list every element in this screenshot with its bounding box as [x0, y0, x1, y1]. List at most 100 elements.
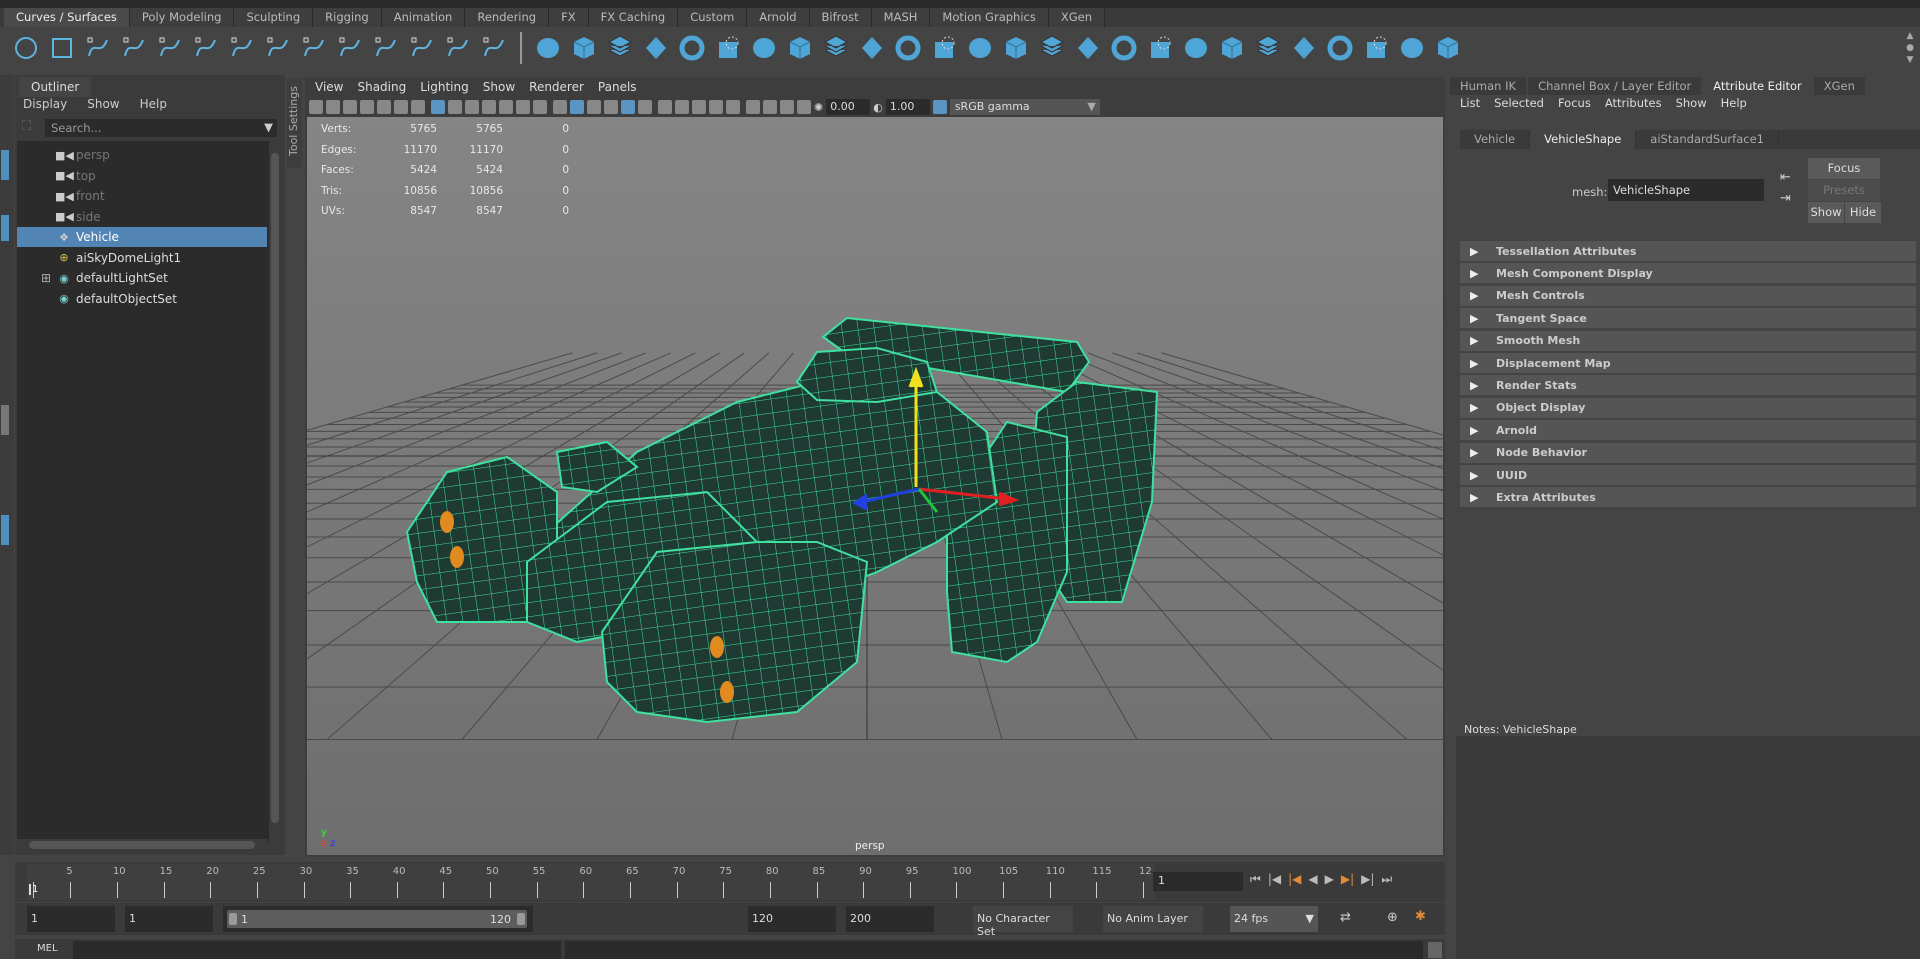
section-object-display[interactable]: ▶ Object Display [1460, 397, 1916, 418]
mel-label[interactable]: MEL [37, 943, 58, 954]
tab-xgen[interactable]: XGen [1813, 77, 1865, 95]
shelf-tab-fx-caching[interactable]: FX Caching [588, 8, 679, 27]
animation-start-field[interactable]: 1 [27, 906, 115, 932]
nurbs-cylinder-icon[interactable] [606, 34, 634, 62]
expand-arrow-icon[interactable]: ▶ [1460, 401, 1496, 414]
viewport-menu-view[interactable]: View [315, 80, 343, 94]
bevel-icon[interactable] [1002, 34, 1030, 62]
square-surface-icon[interactable] [966, 34, 994, 62]
exposure-field[interactable]: 0.00 [826, 99, 871, 115]
outliner-item-top[interactable]: ■◀ top [17, 166, 267, 186]
default-material-icon[interactable] [587, 100, 601, 114]
project-curve-icon[interactable] [1110, 34, 1138, 62]
motion-blur-icon[interactable] [692, 100, 706, 114]
expand-arrow-icon[interactable]: ▶ [1460, 334, 1496, 347]
wireframe-icon[interactable] [553, 100, 567, 114]
fps-dropdown[interactable]: 24 fps ▼ [1230, 906, 1318, 932]
shelf-tab-arnold[interactable]: Arnold [747, 8, 810, 27]
bookmarks-icon[interactable] [360, 100, 374, 114]
expand-arrow-icon[interactable]: ▶ [1460, 357, 1496, 370]
outliner-tab[interactable]: Outliner [19, 77, 92, 97]
section-mesh-component-display[interactable]: ▶ Mesh Component Display [1460, 263, 1916, 284]
anti-aliasing-icon[interactable] [709, 100, 723, 114]
xray-icon[interactable] [621, 100, 635, 114]
step-forward-key-icon[interactable]: ▶| [1341, 872, 1354, 887]
gate-mask-icon[interactable] [482, 100, 496, 114]
outliner-item-front[interactable]: ■◀ front [17, 186, 267, 206]
split-icon[interactable] [1362, 34, 1390, 62]
range-end-grip[interactable] [517, 913, 525, 925]
untrim-icon[interactable] [1074, 34, 1102, 62]
nurbs-circle-icon[interactable] [12, 34, 40, 62]
notes-textarea[interactable] [1456, 736, 1920, 959]
trim-icon[interactable] [1038, 34, 1066, 62]
shelf-tab-motion-graphics[interactable]: Motion Graphics [930, 8, 1049, 27]
animation-end-field[interactable]: 200 [846, 906, 934, 932]
color-space-dropdown[interactable]: sRGB gamma ▼ [949, 99, 1100, 115]
expand-arrow-icon[interactable]: ▶ [1460, 312, 1496, 325]
menu-display[interactable]: Display [23, 97, 67, 111]
expand-arrow-icon[interactable]: ▶ [1460, 491, 1496, 504]
outliner-item-aiSkyDomeLight1[interactable]: ⊕ aiSkyDomeLight1 [17, 248, 267, 268]
time-slider[interactable]: 5 10 15 20 25 30 35 40 45 50 55 60 65 70 75 80 85 90 95 100… [15, 862, 1445, 902]
menu-help[interactable]: Help [140, 97, 167, 111]
ae-menu-attributes[interactable]: Attributes [1605, 96, 1662, 110]
stitch-icon[interactable] [1182, 34, 1210, 62]
section-arnold[interactable]: ▶ Arnold [1460, 420, 1916, 441]
step-back-frame-icon[interactable]: |◀ [1268, 872, 1281, 887]
presets-button[interactable]: Presets [1808, 180, 1880, 201]
vertical-scrollbar[interactable] [269, 141, 281, 841]
filter-icon[interactable]: ⛶ [22, 119, 31, 134]
resolution-gate-icon[interactable] [465, 100, 479, 114]
section-node-behavior[interactable]: ▶ Node Behavior [1460, 442, 1916, 463]
section-smooth-mesh[interactable]: ▶ Smooth Mesh [1460, 330, 1916, 351]
section-mesh-controls[interactable]: ▶ Mesh Controls [1460, 285, 1916, 306]
shelf-tab-fx[interactable]: FX [549, 8, 589, 27]
bezier-curve-icon[interactable] [192, 34, 220, 62]
outliner-item-defaultLightSet[interactable]: ⊞ ◉ defaultLightSet [17, 268, 267, 288]
boundary-icon[interactable] [930, 34, 958, 62]
expand-arrow-icon[interactable]: ▶ [1460, 289, 1496, 302]
nurbs-cone-icon[interactable] [642, 34, 670, 62]
expand-arrow-icon[interactable]: ▶ [1460, 424, 1496, 437]
outliner-item-side[interactable]: ■◀ side [17, 207, 267, 227]
camera-attributes-icon[interactable] [343, 100, 357, 114]
section-tessellation-attributes[interactable]: ▶ Tessellation Attributes [1460, 241, 1916, 261]
move-tool-icon[interactable] [1, 405, 9, 435]
nurbs-square-icon[interactable] [48, 34, 76, 62]
auto-key-icon[interactable]: ⊕ [1387, 910, 1398, 925]
ae-menu-selected[interactable]: Selected [1494, 96, 1544, 110]
grid-icon[interactable] [431, 100, 445, 114]
planar-icon[interactable] [822, 34, 850, 62]
viewport-menu-renderer[interactable]: Renderer [529, 80, 584, 94]
script-editor-icon[interactable] [1428, 942, 1442, 958]
expand-arrow-icon[interactable]: ▶ [1460, 446, 1496, 459]
rebuild-icon[interactable] [1326, 34, 1354, 62]
tab-attribute-editor[interactable]: Attribute Editor [1703, 77, 1812, 95]
exposure-icon[interactable]: ✺ [814, 101, 823, 114]
section-render-stats[interactable]: ▶ Render Stats [1460, 375, 1916, 396]
step-forward-frame-icon[interactable]: ▶| [1361, 872, 1374, 887]
smooth-shade-all-icon[interactable] [570, 100, 584, 114]
shadows-icon[interactable] [658, 100, 672, 114]
range-slider[interactable]: 1 120 [223, 906, 533, 932]
scene-canvas[interactable] [307, 117, 1443, 855]
viewport-menu-show[interactable]: Show [483, 80, 515, 94]
loop-icon[interactable]: ⇄ [1340, 910, 1351, 925]
ae-menu-show[interactable]: Show [1676, 96, 1707, 110]
ae-menu-help[interactable]: Help [1721, 96, 1747, 110]
birail-icon[interactable] [894, 34, 922, 62]
section-uuid[interactable]: ▶ UUID [1460, 465, 1916, 485]
go-to-end-icon[interactable]: ⏭ [1381, 872, 1392, 887]
chevron-down-icon[interactable]: ▼ [264, 120, 273, 134]
select-tool-icon[interactable] [1, 150, 9, 180]
current-frame-marker[interactable]: 1 [29, 884, 38, 895]
play-backwards-icon[interactable]: ◀ [1308, 872, 1317, 887]
expand-arrow-icon[interactable]: ▶ [1460, 379, 1496, 392]
playback-start-field[interactable]: 1 [125, 906, 213, 932]
attach-curve-icon[interactable] [300, 34, 328, 62]
xray-joints-icon[interactable] [763, 100, 777, 114]
xray-active-icon[interactable] [780, 100, 794, 114]
timeline-ticks[interactable]: 5 10 15 20 25 30 35 40 45 50 55 60 65 70 75 80 85 90 95 100… [27, 864, 1155, 900]
gamma-field[interactable]: 1.00 [885, 99, 930, 115]
